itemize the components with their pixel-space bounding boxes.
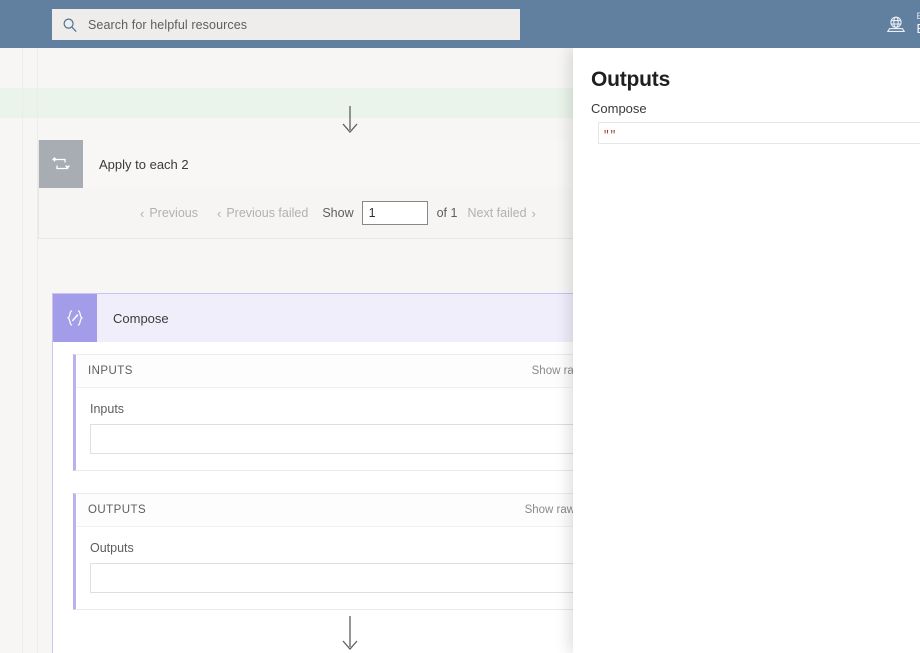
outputs-detail-panel: Outputs Compose "" [573, 48, 920, 653]
panel-title: Outputs [591, 68, 671, 91]
top-command-bar: Search for helpful resources Envi Env [0, 0, 920, 48]
chevron-left-icon: ‹ [140, 205, 145, 221]
loop-icon [39, 140, 83, 188]
outputs-code-box[interactable]: "" [598, 122, 920, 144]
search-icon [62, 17, 88, 33]
previous-failed-button[interactable]: ‹ Previous failed [212, 206, 308, 220]
flow-run-history-screen: Apply to each 2 ‹ Previous ‹ Previous fa… [0, 0, 920, 653]
environment-selector[interactable]: Envi Env [886, 0, 920, 48]
outputs-heading: OUTPUTS [88, 504, 147, 516]
compose-card-title: Compose [113, 310, 169, 326]
globe-icon [886, 14, 916, 34]
connector-arrow-bottom [339, 616, 361, 650]
inputs-field-label: Inputs [90, 402, 125, 416]
environment-value: Env [916, 22, 920, 37]
compose-card-body: INPUTS Show raw inputs Inputs OUTPUTS Sh… [53, 342, 647, 610]
inputs-section-header: INPUTS Show raw inputs [76, 355, 630, 388]
connector-arrow-top [339, 106, 361, 138]
outputs-section-header: OUTPUTS Show raw outputs [76, 494, 630, 527]
apply-to-each-header[interactable]: Apply to each 2 [39, 140, 657, 188]
apply-to-each-title: Apply to each 2 [99, 156, 189, 172]
chevron-left-failed-icon: ‹ [216, 205, 222, 221]
run-pagination-bar: ‹ Previous ‹ Previous failed Show of 1 N… [39, 188, 657, 238]
inputs-section-body: Inputs [76, 388, 630, 470]
environment-text: Envi Env [916, 11, 920, 37]
previous-button[interactable]: ‹ Previous [135, 206, 198, 220]
next-failed-button[interactable]: Next failed › [467, 206, 540, 220]
inputs-section: INPUTS Show raw inputs Inputs [73, 354, 631, 471]
show-label: Show [322, 206, 354, 220]
outputs-field-label: Outputs [90, 541, 134, 555]
compose-icon [53, 294, 97, 342]
chevron-right-icon: › [531, 205, 536, 221]
previous-button-label: Previous [149, 206, 198, 220]
search-placeholder-text: Search for helpful resources [88, 17, 248, 32]
total-iterations-label: of 1 [436, 206, 458, 220]
iteration-index-input[interactable] [361, 201, 428, 225]
apply-to-each-card[interactable]: Apply to each 2 ‹ Previous ‹ Previous fa… [38, 140, 658, 239]
outputs-code-value: "" [603, 130, 617, 142]
next-failed-label: Next failed [467, 206, 527, 220]
outputs-section: OUTPUTS Show raw outputs Outputs [73, 493, 631, 610]
search-input[interactable]: Search for helpful resources [52, 9, 520, 40]
inputs-field-value [90, 424, 616, 454]
environment-label: Envi [916, 11, 920, 23]
outputs-field-value [90, 563, 616, 593]
previous-failed-label: Previous failed [226, 206, 309, 220]
canvas-rail-left-outer [22, 48, 23, 653]
outputs-section-body: Outputs [76, 527, 630, 609]
inputs-heading: INPUTS [88, 365, 133, 377]
panel-subtitle: Compose [591, 101, 647, 116]
compose-action-card[interactable]: Compose INPUTS Show raw inputs Inputs [52, 293, 648, 653]
canvas-rail-left-inner [37, 48, 38, 653]
compose-card-header[interactable]: Compose [53, 294, 647, 342]
